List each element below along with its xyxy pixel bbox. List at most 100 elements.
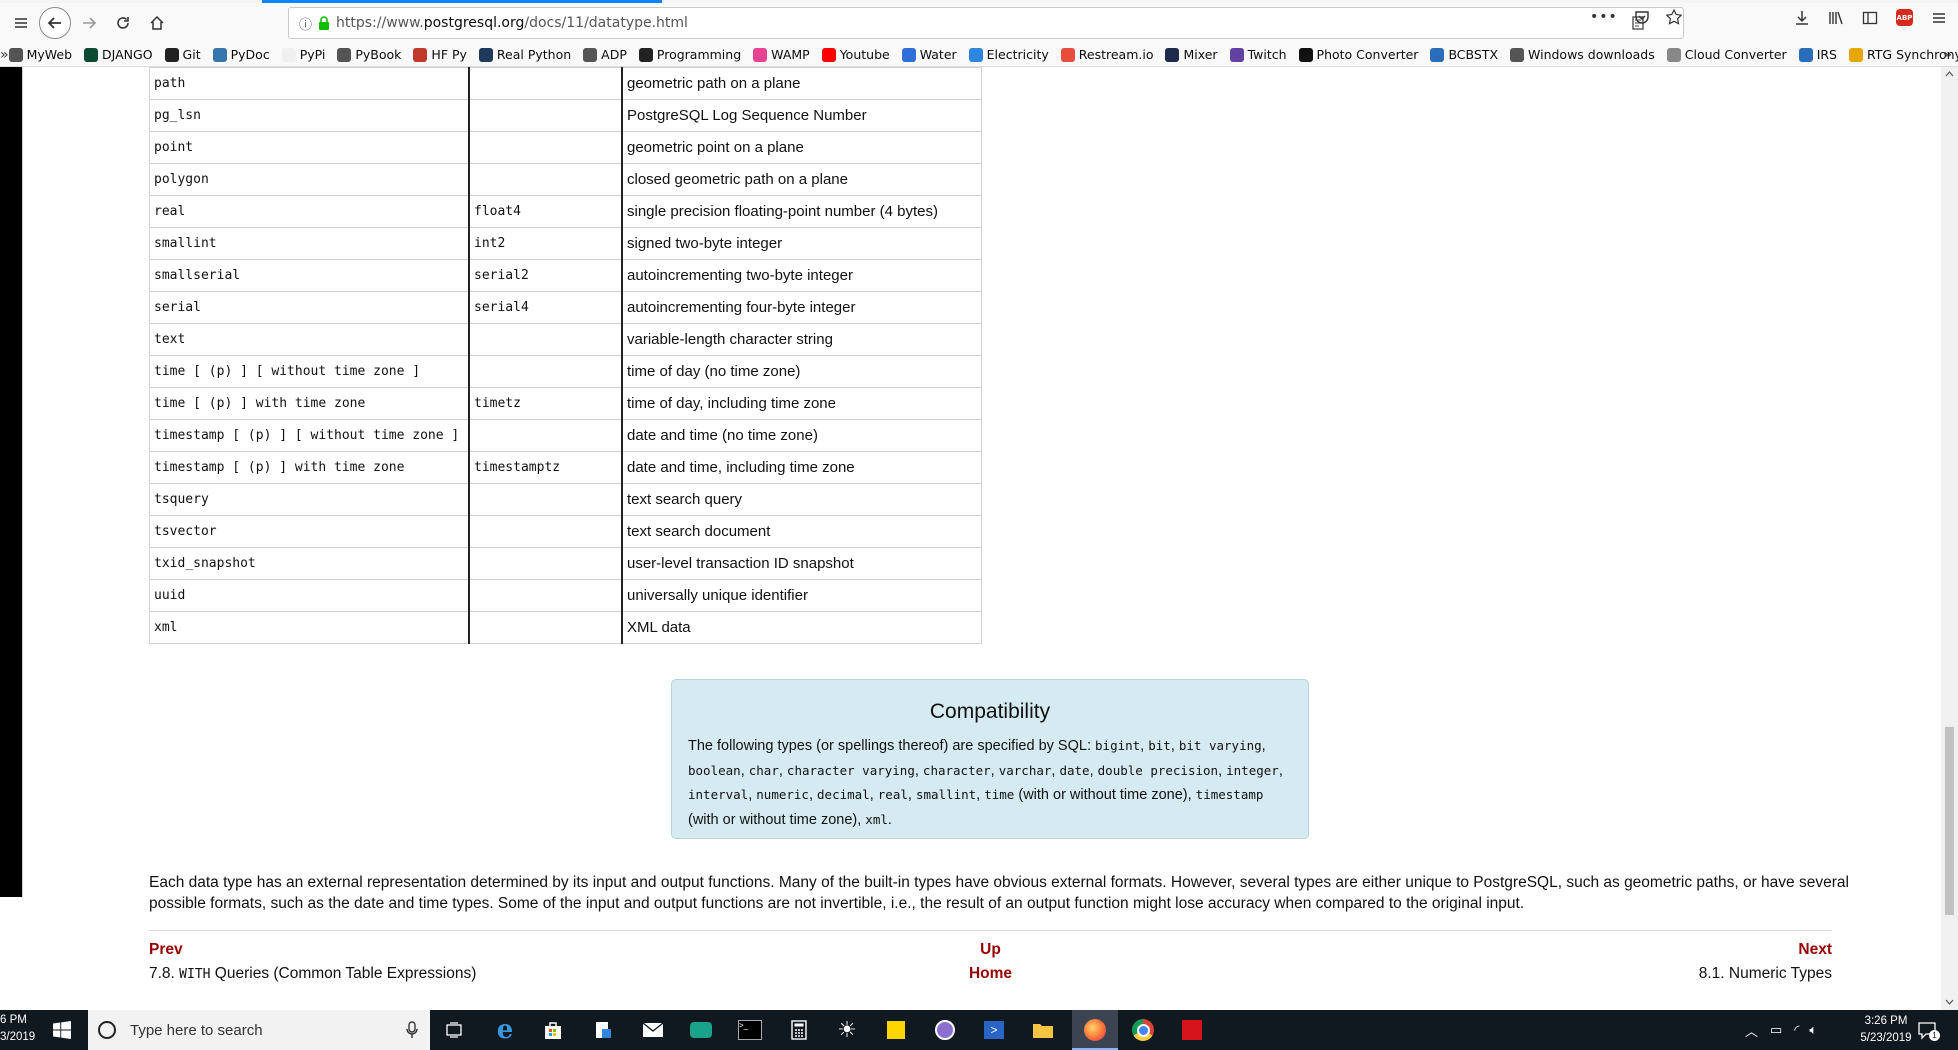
store-icon[interactable]: [541, 1018, 565, 1042]
url-bar[interactable]: ⓘ https://www.postgresql.org/docs/11/dat…: [288, 7, 1684, 39]
type-description-cell: text search document: [621, 515, 982, 548]
bookmark-item[interactable]: Twitch: [1229, 47, 1287, 62]
windows-start-icon[interactable]: [50, 1018, 74, 1042]
type-name-cell: smallserial: [149, 259, 470, 292]
table-row: txid_snapshot user-level transaction ID s…: [149, 547, 982, 580]
sticky-notes-icon[interactable]: [884, 1018, 908, 1042]
sidebar-menu-icon[interactable]: [4, 6, 38, 40]
sidebar-toggle-icon[interactable]: [1862, 10, 1878, 26]
bookmark-item[interactable]: Youtube: [821, 47, 890, 62]
bookmark-item[interactable]: Cloud Converter: [1666, 47, 1787, 62]
sql-type-code: decimal: [817, 787, 870, 802]
type-alias-cell: [468, 163, 623, 196]
sql-type-code: varchar: [998, 762, 1052, 778]
type-name-cell: text: [149, 323, 470, 356]
pocket-icon[interactable]: [1634, 9, 1650, 25]
sql-type-code: bit: [1148, 738, 1171, 753]
task-view-icon[interactable]: [442, 1018, 466, 1042]
home-link[interactable]: Home: [149, 965, 1832, 983]
brightness-icon[interactable]: ☀: [835, 1017, 859, 1042]
type-name-cell: serial: [149, 291, 470, 324]
chrome-icon[interactable]: [1131, 1018, 1155, 1042]
page-actions-icon[interactable]: •••: [1590, 9, 1618, 25]
bookmark-label: BCBSTX: [1448, 47, 1499, 62]
acrobat-icon[interactable]: [1180, 1018, 1204, 1042]
back-button[interactable]: [38, 6, 72, 40]
battery-icon[interactable]: ▭: [1770, 1022, 1782, 1038]
scroll-down-icon[interactable]: [1945, 999, 1954, 1005]
bookmark-item[interactable]: RTG Synchrony: [1849, 47, 1958, 62]
mail-icon[interactable]: [641, 1018, 665, 1042]
terminal-icon[interactable]: >_: [738, 1018, 762, 1042]
taskbar-search-box[interactable]: Type here to search: [88, 1010, 430, 1050]
url-text: https://www.postgresql.org/docs/11/datat…: [336, 15, 688, 31]
forward-arrow-icon: [83, 17, 97, 29]
type-alias-cell: [468, 419, 623, 452]
bookmark-star-icon[interactable]: [1665, 9, 1682, 25]
bookmark-item[interactable]: Electricity: [968, 47, 1049, 62]
bookmark-item[interactable]: Mixer: [1165, 47, 1218, 62]
file-manager-icon[interactable]: [591, 1018, 615, 1042]
home-button[interactable]: [140, 6, 174, 40]
type-name-cell: txid_snapshot: [149, 547, 470, 580]
library-icon[interactable]: [1828, 10, 1844, 26]
irs-icon: [1798, 47, 1813, 62]
bookmark-item[interactable]: Real Python: [478, 47, 571, 62]
type-description-cell: date and time, including time zone: [621, 451, 982, 484]
bookmark-item[interactable]: PyBook: [337, 47, 401, 62]
hamburger-menu-icon[interactable]: [1931, 10, 1947, 26]
sql-type-code: date: [1059, 762, 1090, 778]
volume-icon[interactable]: 🔈︎: [1809, 1022, 1817, 1038]
folder-icon[interactable]: [1031, 1018, 1055, 1042]
bookmark-item[interactable]: Water: [901, 47, 957, 62]
bookmark-item[interactable]: ADP: [583, 47, 627, 62]
bookmark-item[interactable]: PyPi: [281, 47, 325, 62]
type-alias-cell: float4: [468, 195, 623, 228]
sql-type-code: interval: [688, 787, 749, 802]
vertical-scrollbar[interactable]: [1941, 67, 1958, 1010]
bookmark-item[interactable]: Restream.io: [1060, 47, 1154, 62]
taskbar-clock[interactable]: 3:26 PM 5/23/2019: [1852, 1013, 1920, 1047]
bookmark-item[interactable]: Photo Converter: [1298, 47, 1418, 62]
bookmark-item[interactable]: PyDoc: [212, 47, 270, 62]
microphone-icon[interactable]: [406, 1021, 418, 1039]
system-tray: ︿ ▭ ◜ 🔈︎: [1745, 1010, 1825, 1050]
reload-button[interactable]: [106, 6, 140, 40]
next-link[interactable]: Next: [1699, 941, 1832, 959]
adblock-plus-icon[interactable]: ABP: [1896, 9, 1913, 26]
up-link[interactable]: Up: [149, 941, 1832, 959]
chevron-up-icon[interactable]: ︿: [1745, 1021, 1758, 1040]
bookmark-item[interactable]: HF Py: [413, 47, 467, 62]
media-player-icon[interactable]: [933, 1018, 957, 1042]
type-description-cell: geometric point on a plane: [621, 131, 982, 164]
scrollbar-thumb[interactable]: [1945, 727, 1954, 915]
download-icon[interactable]: [1794, 10, 1810, 26]
page-content: path geometric path on a plane pg_lsn Postg…: [23, 67, 1941, 1010]
bookmark-item[interactable]: Git: [164, 47, 201, 62]
bookmark-item[interactable]: DJANGO: [84, 47, 153, 62]
bookmark-item[interactable]: WAMP: [753, 47, 810, 62]
bookmarks-overflow-icon[interactable]: »: [1943, 47, 1952, 63]
game-controller-icon[interactable]: [689, 1018, 713, 1042]
edge-browser-icon[interactable]: e: [493, 1015, 517, 1045]
bookmark-item[interactable]: BCBSTX: [1430, 47, 1498, 62]
next-page-title[interactable]: 8.1. Numeric Types: [1699, 965, 1832, 983]
bookmark-item[interactable]: Programming: [638, 47, 741, 62]
action-center-icon[interactable]: 1: [1917, 1020, 1940, 1041]
bookmark-label: Restream.io: [1078, 47, 1154, 62]
chevron-double-right-icon[interactable]: »: [0, 47, 9, 63]
bookmark-item[interactable]: MyWeb: [8, 47, 72, 62]
type-alias-cell: timetz: [468, 387, 623, 420]
forward-button[interactable]: [72, 6, 106, 40]
bookmark-item[interactable]: IRS: [1798, 47, 1837, 62]
powershell-icon[interactable]: >: [982, 1018, 1006, 1042]
data-types-table: path geometric path on a plane pg_lsn Postg…: [149, 67, 982, 644]
bookmark-label: DJANGO: [102, 47, 153, 62]
info-icon[interactable]: ⓘ: [299, 14, 312, 33]
wifi-icon[interactable]: ◜: [1794, 1022, 1799, 1038]
calculator-icon[interactable]: [787, 1018, 811, 1042]
scroll-up-icon[interactable]: [1945, 71, 1954, 77]
firefox-icon[interactable]: [1083, 1018, 1107, 1042]
bookmark-item[interactable]: Windows downloads: [1510, 47, 1655, 62]
table-row: timestamp [ (p) ] with time zone timestam…: [149, 451, 982, 484]
